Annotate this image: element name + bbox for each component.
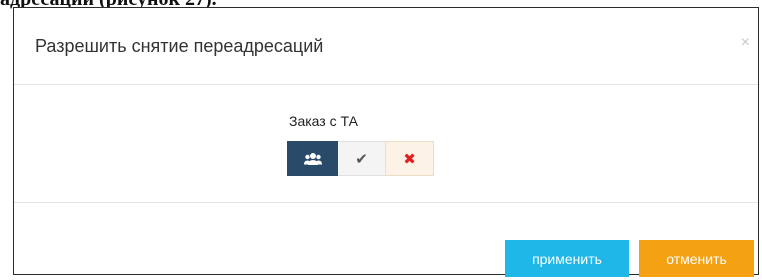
users-icon — [303, 152, 322, 165]
dialog-title: Разрешить снятие переадресаций — [35, 36, 324, 56]
ta-order-any-option[interactable] — [287, 141, 338, 176]
ta-order-label: Заказ с ТА — [289, 113, 358, 129]
ta-order-yes-option[interactable]: ✔ — [338, 141, 386, 176]
check-icon: ✔ — [355, 150, 368, 168]
cross-icon: ✖ — [403, 150, 416, 168]
dialog-footer: применить отменить — [14, 203, 758, 277]
cancel-button[interactable]: отменить — [639, 240, 754, 277]
allow-forwarding-removal-dialog: Разрешить снятие переадресаций × Заказ с… — [13, 7, 759, 277]
close-icon[interactable]: × — [741, 34, 750, 52]
apply-button[interactable]: применить — [505, 240, 629, 277]
dialog-body: Заказ с ТА ✔ ✖ — [14, 85, 758, 203]
ta-order-toggle-group: ✔ ✖ — [287, 141, 434, 176]
ta-order-no-option[interactable]: ✖ — [386, 141, 434, 176]
dialog-header: Разрешить снятие переадресаций × — [14, 8, 758, 85]
